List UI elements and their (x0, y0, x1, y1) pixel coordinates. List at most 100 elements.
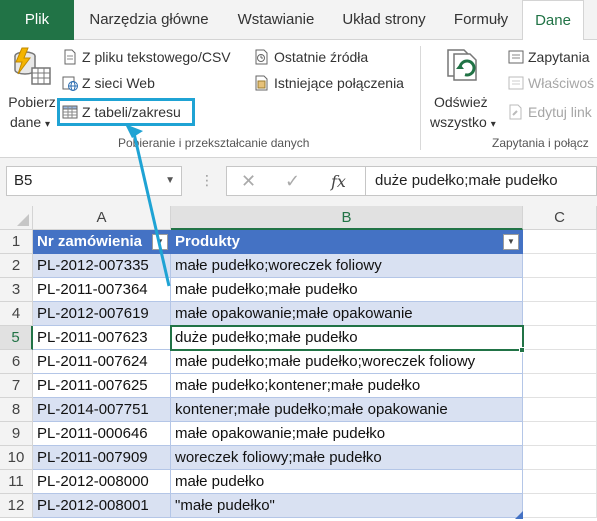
properties-label: Właściwoś (528, 75, 595, 91)
row-header[interactable]: 1 (0, 230, 33, 254)
tab-page-layout[interactable]: Układ strony (328, 0, 440, 40)
table-header-label: Produkty (175, 233, 241, 250)
tab-home[interactable]: Narzędzia główne (74, 0, 224, 40)
row-header[interactable]: 7 (0, 374, 33, 398)
from-text-csv-button[interactable]: Z pliku tekstowego/CSV (62, 46, 231, 68)
empty-cell[interactable] (523, 350, 597, 374)
text-file-icon (64, 49, 76, 65)
name-box[interactable]: B5 ▼ (6, 166, 182, 196)
table-cell[interactable]: małe pudełko (171, 470, 523, 494)
empty-cell[interactable] (523, 302, 597, 326)
table-cell[interactable]: PL-2012-007619 (33, 302, 171, 326)
ribbon-tab-bar: Plik Narzędzia główne Wstawianie Układ s… (0, 0, 597, 41)
formula-bar: B5 ▼ ⋮ ✕ ✓ fx duże pudełko;małe pudełko (0, 158, 597, 206)
recent-sources-label: Ostatnie źródła (274, 49, 369, 65)
empty-cell[interactable] (523, 422, 597, 446)
globe-icon (62, 76, 78, 91)
column-header-c[interactable]: C (523, 206, 597, 230)
table-resize-handle-icon[interactable] (515, 511, 523, 519)
active-cell-border (170, 325, 524, 351)
table-header-cell[interactable]: Nr zamówienia (33, 230, 171, 254)
table-cell[interactable]: PL-2012-007335 (33, 254, 171, 278)
table-cell[interactable]: PL-2011-007625 (33, 374, 171, 398)
edit-links-button[interactable]: Edytuj link (508, 101, 592, 123)
table-header-cell[interactable]: Produkty (171, 230, 523, 254)
table-cell[interactable]: małe pudełko;kontener;małe pudełko (171, 374, 523, 398)
empty-cell[interactable] (523, 230, 597, 254)
insert-function-icon[interactable]: fx (331, 172, 346, 191)
table-cell[interactable]: małe pudełko;małe pudełko;woreczek folio… (171, 350, 523, 374)
empty-cell[interactable] (523, 494, 597, 518)
table-cell[interactable]: małe opakowanie;małe pudełko (171, 422, 523, 446)
filter-dropdown-icon[interactable]: ▼ (503, 234, 519, 250)
row-header[interactable]: 5 (0, 326, 33, 350)
empty-cell[interactable] (523, 278, 597, 302)
tab-insert[interactable]: Wstawianie (224, 0, 328, 40)
table-cell[interactable]: małe pudełko;małe pudełko (171, 278, 523, 302)
row-header[interactable]: 6 (0, 350, 33, 374)
table-cell[interactable]: PL-2014-007751 (33, 398, 171, 422)
properties-button[interactable]: Właściwoś (508, 72, 594, 94)
filter-dropdown-icon[interactable]: ▼ (152, 234, 168, 250)
queries-group-label: Zapytania i połącz (492, 136, 589, 150)
tab-formulas[interactable]: Formuły (440, 0, 522, 40)
table-cell[interactable]: "małe pudełko" (171, 494, 523, 518)
table-cell[interactable]: kontener;małe pudełko;małe opakowanie (171, 398, 523, 422)
row-header[interactable]: 10 (0, 446, 33, 470)
row-header[interactable]: 4 (0, 302, 33, 326)
from-text-csv-label: Z pliku tekstowego/CSV (82, 49, 231, 65)
corner-triangle-icon (17, 214, 29, 226)
queries-connections-button[interactable]: Zapytania (508, 46, 589, 68)
chevron-down-icon[interactable]: ▼ (165, 167, 175, 195)
queries-icon (508, 50, 524, 64)
row-header[interactable]: 2 (0, 254, 33, 278)
empty-cell[interactable] (523, 446, 597, 470)
highlight-box (57, 98, 195, 126)
empty-cell[interactable] (523, 254, 597, 278)
refresh-all-label-2: wszystko ▾ (430, 114, 496, 130)
get-data-icon (14, 47, 51, 85)
get-data-label-1: Pobierz (8, 94, 56, 110)
table-cell[interactable]: PL-2011-000646 (33, 422, 171, 446)
row-header[interactable]: 9 (0, 422, 33, 446)
empty-cell[interactable] (523, 374, 597, 398)
column-header-a[interactable]: A (33, 206, 171, 230)
table-cell[interactable]: PL-2011-007364 (33, 278, 171, 302)
existing-connections-label: Istniejące połączenia (274, 75, 404, 91)
edit-links-label: Edytuj link (528, 104, 592, 120)
empty-cell[interactable] (523, 326, 597, 350)
table-cell[interactable]: woreczek foliowy;małe pudełko (171, 446, 523, 470)
empty-cell[interactable] (523, 398, 597, 422)
row-header[interactable]: 8 (0, 398, 33, 422)
table-cell[interactable]: PL-2011-007909 (33, 446, 171, 470)
empty-cell[interactable] (523, 470, 597, 494)
row-header[interactable]: 11 (0, 470, 33, 494)
enter-icon[interactable]: ✓ (285, 171, 300, 192)
table-cell[interactable]: PL-2012-008001 (33, 494, 171, 518)
refresh-all-button[interactable]: Odśwież wszystko ▾ (428, 44, 502, 132)
get-data-button[interactable]: Pobierz dane ▾ (4, 44, 56, 132)
table-cell[interactable]: PL-2011-007624 (33, 350, 171, 374)
group-separator (420, 46, 421, 150)
get-transform-group-label: Pobieranie i przekształcanie danych (118, 136, 310, 150)
table-cell[interactable]: małe pudełko;woreczek foliowy (171, 254, 523, 278)
tab-data[interactable]: Dane (522, 0, 584, 41)
row-header[interactable]: 3 (0, 278, 33, 302)
existing-connections-button[interactable]: Istniejące połączenia (254, 72, 404, 94)
formula-bar-grip: ⋮ (200, 172, 214, 188)
table-header-label: Nr zamówienia (37, 233, 143, 250)
refresh-all-label-1: Odśwież (434, 94, 488, 110)
cancel-icon[interactable]: ✕ (241, 171, 256, 192)
from-web-button[interactable]: Z sieci Web (62, 72, 155, 94)
edit-links-icon (509, 104, 522, 120)
row-header[interactable]: 12 (0, 494, 33, 518)
recent-sources-button[interactable]: Ostatnie źródła (254, 46, 368, 68)
table-cell[interactable]: PL-2012-008000 (33, 470, 171, 494)
tab-file[interactable]: Plik (0, 0, 74, 40)
table-cell[interactable]: PL-2011-007623 (33, 326, 171, 350)
select-all-corner[interactable] (0, 206, 33, 230)
fill-handle[interactable] (519, 347, 525, 353)
column-header-b[interactable]: B (171, 206, 523, 230)
formula-input[interactable]: duże pudełko;małe pudełko (366, 166, 597, 196)
table-cell[interactable]: małe opakowanie;małe opakowanie (171, 302, 523, 326)
